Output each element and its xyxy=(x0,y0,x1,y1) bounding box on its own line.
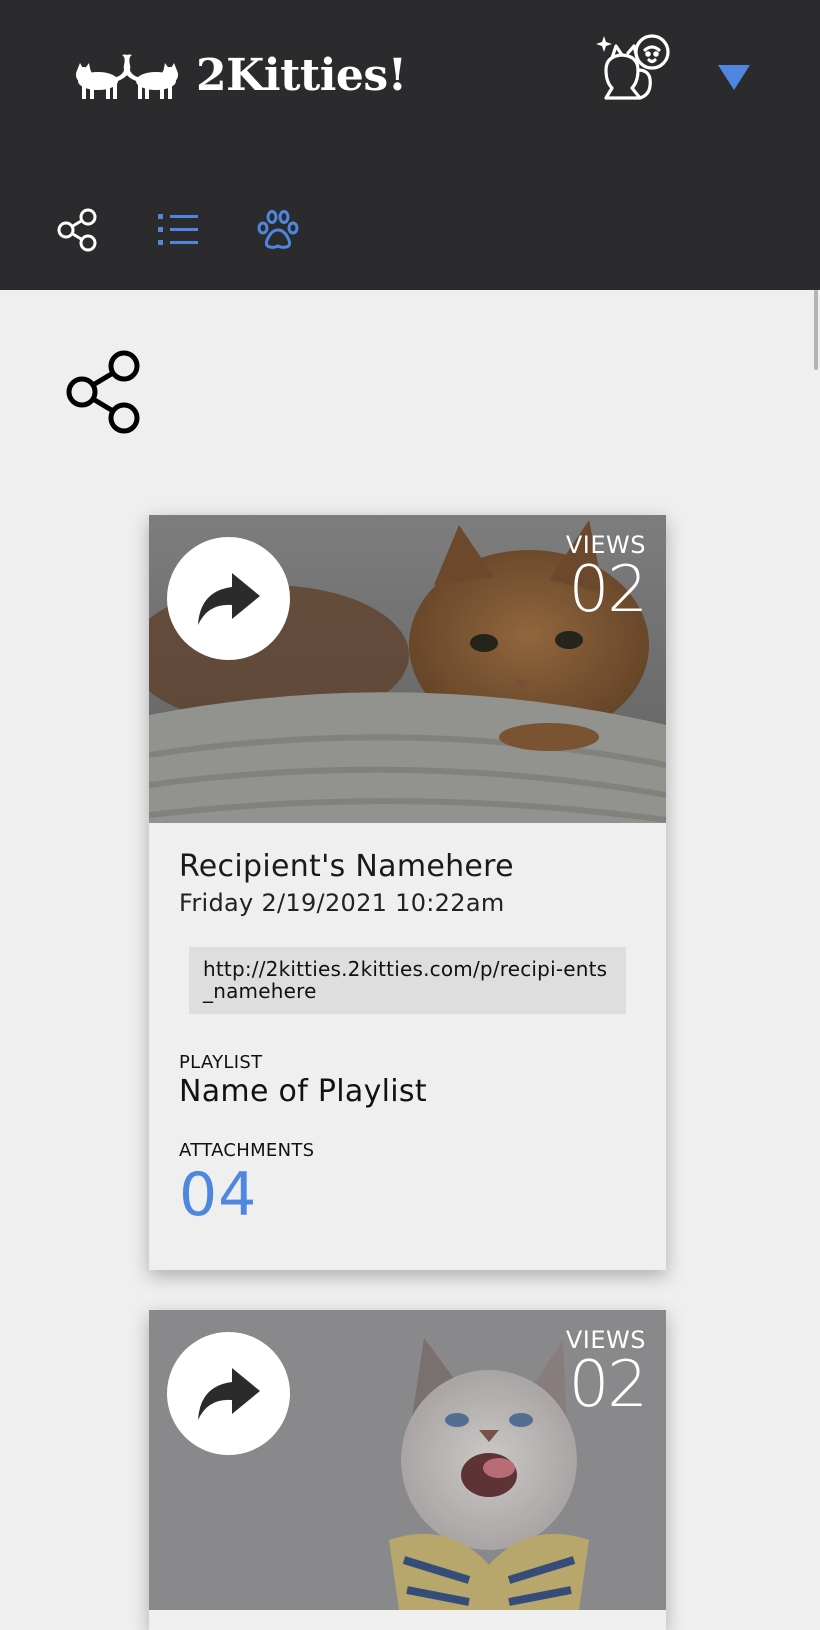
share-button[interactable] xyxy=(167,1332,290,1455)
share-nodes-icon xyxy=(57,208,97,252)
sent-date: Friday 2/19/2021 10:22am xyxy=(179,889,505,917)
share-url[interactable]: http://2kitties.2kitties.com/p/recipi-en… xyxy=(189,947,626,1014)
views-count: 02 xyxy=(568,1348,648,1422)
sparkle-cat-avatar-icon[interactable] xyxy=(592,30,674,100)
list-icon xyxy=(158,214,198,245)
app-header: 2Kitties! xyxy=(0,0,820,290)
nav-item-kitties[interactable] xyxy=(254,206,302,254)
brand-logo[interactable]: 2Kitties! xyxy=(68,50,407,101)
kitty-photo: VIEWS 02 xyxy=(149,515,666,823)
views-counter: VIEWS 02 xyxy=(566,1326,648,1422)
two-cats-logo-icon xyxy=(76,54,178,99)
share-arrow-icon xyxy=(197,1367,260,1420)
dropdown-triangle-icon[interactable] xyxy=(716,62,752,92)
share-card[interactable]: VIEWS 02 Recipient's Namehere Friday 2/1… xyxy=(149,515,666,1270)
playlist-label: PLAYLIST xyxy=(179,1052,263,1073)
attachments-label: ATTACHMENTS xyxy=(179,1140,315,1161)
views-count: 02 xyxy=(568,553,648,627)
brand-name: 2Kitties! xyxy=(196,50,407,101)
paw-icon xyxy=(257,210,299,249)
main-nav xyxy=(54,206,354,254)
nav-item-list[interactable] xyxy=(154,206,202,254)
share-card[interactable]: VIEWS 02 xyxy=(149,1310,666,1630)
nav-item-shares[interactable] xyxy=(54,206,102,254)
views-counter: VIEWS 02 xyxy=(566,531,648,627)
playlist-name: Name of Playlist xyxy=(179,1074,427,1109)
share-nodes-icon xyxy=(66,350,140,434)
kitty-photo: VIEWS 02 xyxy=(149,1310,666,1610)
share-arrow-icon xyxy=(197,572,260,625)
attachments-count[interactable]: 04 xyxy=(179,1162,636,1228)
recipient-name: Recipient's Namehere xyxy=(179,849,514,884)
share-button[interactable] xyxy=(167,537,290,660)
page-scrollbar[interactable] xyxy=(814,290,818,370)
card-details: Recipient's Namehere Friday 2/19/2021 10… xyxy=(149,823,666,1228)
